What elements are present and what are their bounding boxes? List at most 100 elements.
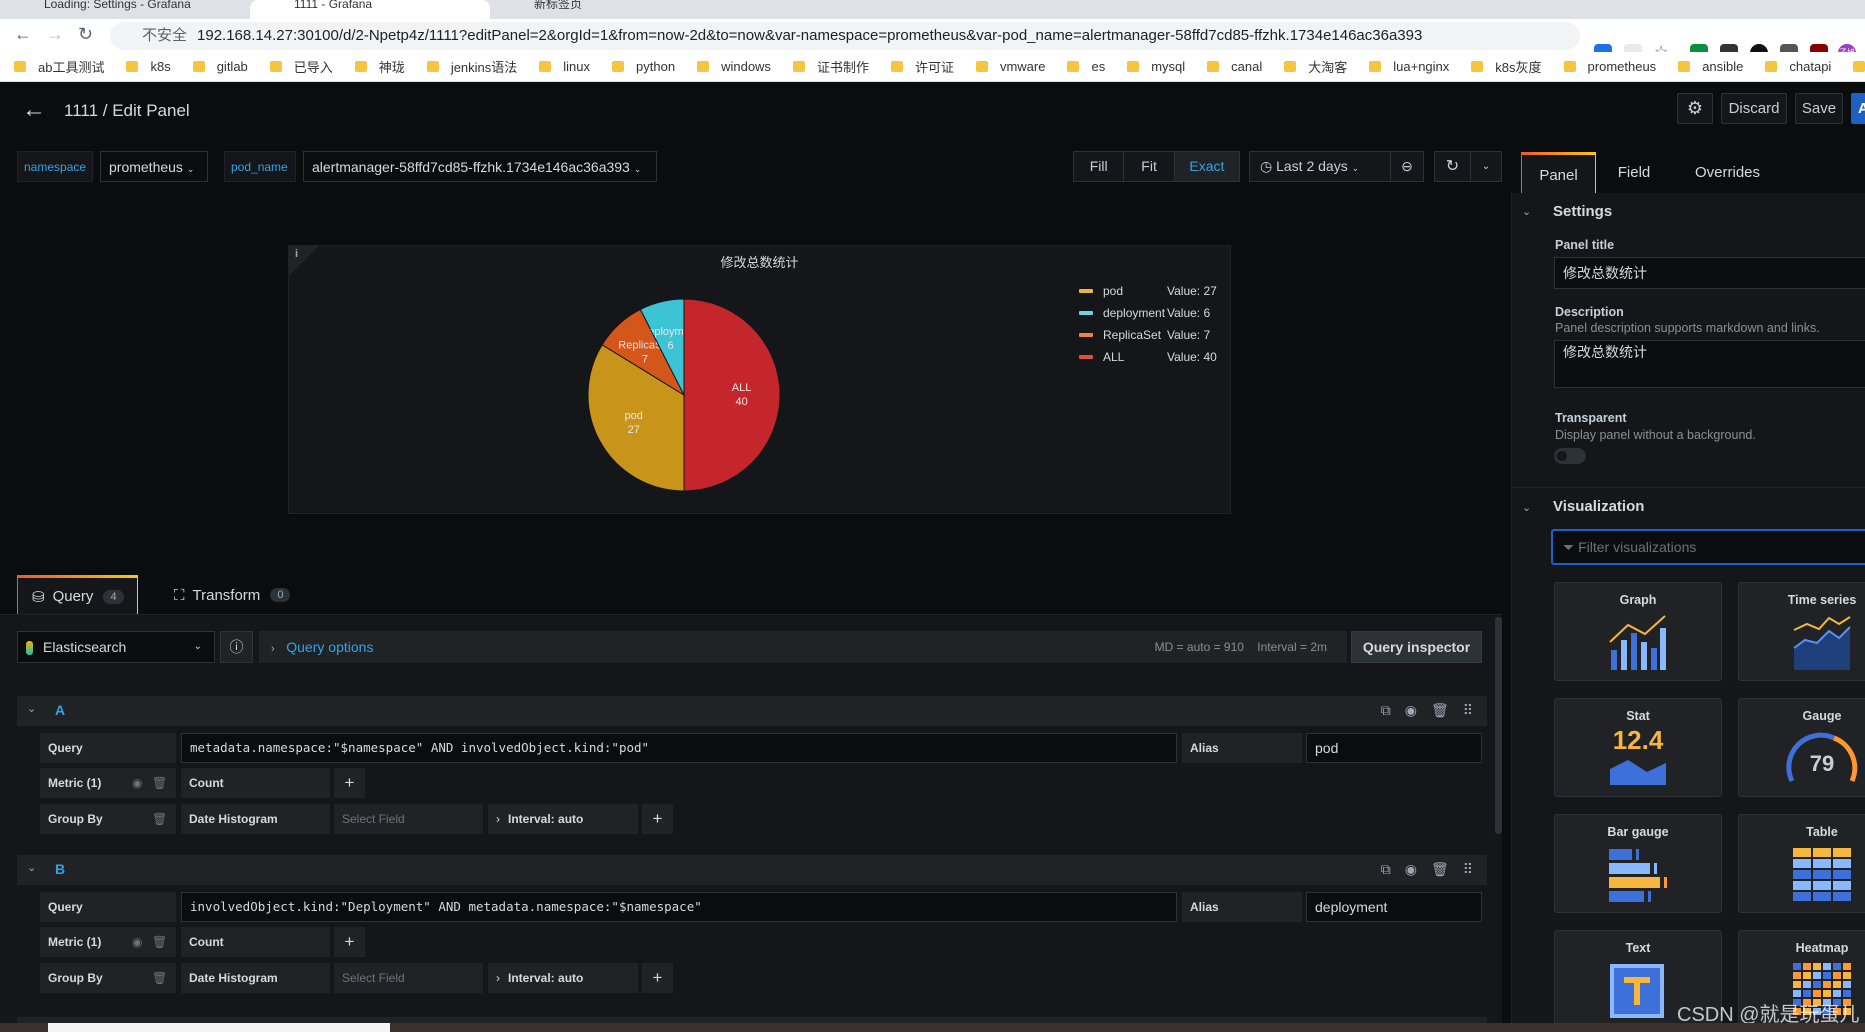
visualization-section-header[interactable]: Visualization bbox=[1553, 498, 1644, 515]
filter-visualizations-input[interactable]: ⏷ Filter visualizations bbox=[1551, 529, 1865, 565]
help-button[interactable]: ⓘ bbox=[220, 631, 253, 663]
bucket-type-select[interactable]: Date Histogram bbox=[181, 804, 330, 834]
zoom-out-button[interactable]: ⊖ bbox=[1391, 152, 1423, 181]
viz-card-table[interactable]: Table bbox=[1738, 814, 1865, 913]
query-options-bar[interactable]: › Query options MD = auto = 910 Interval… bbox=[259, 631, 1347, 663]
query-row-header[interactable]: ⌄ B ⧉ ◉ 🗑 ⠿ bbox=[17, 855, 1487, 885]
description-textarea[interactable]: 修改总数统计 bbox=[1554, 340, 1865, 388]
bookmark-item[interactable]: 神珑 bbox=[354, 57, 405, 76]
tab-query[interactable]: ⛁ Query 4 bbox=[17, 575, 138, 615]
security-warning[interactable]: 不安全 bbox=[142, 27, 187, 44]
bookmark-item[interactable]: python bbox=[612, 59, 675, 74]
bookmark-item[interactable]: lua+nginx bbox=[1369, 59, 1449, 74]
query-options-label[interactable]: Query options bbox=[286, 639, 373, 655]
pod-name-select[interactable]: alertmanager-58ffd7cd85-ffzhk.1734e146ac… bbox=[303, 151, 657, 182]
bookmark-item[interactable]: k8s灰度 bbox=[1471, 57, 1542, 76]
browser-tab-active[interactable]: 1111 - Grafana bbox=[250, 0, 490, 19]
chevron-down-icon[interactable]: ⌄ bbox=[27, 702, 36, 715]
bookmark-item[interactable]: gitlab bbox=[192, 59, 248, 74]
tab-overrides[interactable]: Overrides bbox=[1690, 152, 1765, 193]
drag-handle-icon[interactable]: ⠿ bbox=[1463, 702, 1473, 719]
metric-type-select[interactable]: Count bbox=[181, 768, 330, 798]
exact-button[interactable]: Exact bbox=[1174, 152, 1239, 181]
viz-card-stat[interactable]: Stat 12.4 bbox=[1554, 698, 1722, 797]
namespace-select[interactable]: prometheus ⌄ bbox=[100, 151, 208, 182]
reload-icon[interactable]: ↻ bbox=[78, 24, 93, 45]
datasource-picker[interactable]: Elasticsearch ⌄ bbox=[17, 631, 215, 663]
query-ref-id[interactable]: A bbox=[55, 702, 65, 718]
browser-tab[interactable]: 新标签页 bbox=[490, 0, 740, 19]
select-field-dropdown[interactable]: Select Field bbox=[334, 963, 483, 993]
discard-button[interactable]: Discard bbox=[1721, 93, 1787, 124]
chevron-down-icon[interactable]: ⌄ bbox=[27, 861, 36, 874]
lucene-query-input[interactable]: metadata.namespace:"$namespace" AND invo… bbox=[181, 733, 1177, 763]
bookmark-item[interactable]: 许可证 bbox=[890, 57, 954, 76]
legend-item[interactable]: deployment Value: 6 bbox=[1079, 302, 1217, 324]
time-range-button[interactable]: ◷ Last 2 days ⌄ bbox=[1250, 152, 1391, 181]
transparent-toggle[interactable] bbox=[1554, 448, 1586, 464]
chevron-down-icon[interactable]: ⌄ bbox=[1522, 205, 1531, 218]
chevron-down-icon[interactable]: ⌄ bbox=[1522, 501, 1531, 514]
alias-input[interactable]: deployment bbox=[1306, 892, 1482, 922]
bookmark-item[interactable]: chatapi bbox=[1765, 59, 1831, 74]
save-button[interactable]: Save bbox=[1795, 93, 1843, 124]
browser-tab[interactable]: Loading: Settings - Grafana bbox=[0, 0, 250, 19]
trash-icon[interactable]: 🗑 bbox=[152, 768, 167, 798]
tab-transform[interactable]: ⛶ Transform 0 bbox=[160, 575, 300, 615]
interval-settings-toggle[interactable]: › Interval: auto bbox=[488, 963, 638, 993]
duplicate-icon[interactable]: ⧉ bbox=[1381, 702, 1391, 719]
duplicate-icon[interactable]: ⧉ bbox=[1381, 861, 1391, 878]
refresh-button[interactable]: ↻ bbox=[1435, 152, 1471, 181]
forward-icon[interactable]: → bbox=[46, 24, 64, 45]
panel-title-input[interactable]: 修改总数统计 bbox=[1554, 257, 1865, 289]
trash-icon[interactable]: 🗑 bbox=[152, 927, 167, 957]
settings-section-header[interactable]: Settings bbox=[1553, 203, 1612, 220]
bookmark-item[interactable]: golang bbox=[1853, 59, 1865, 74]
bookmark-item[interactable]: windows bbox=[697, 59, 771, 74]
eye-icon[interactable]: ◉ bbox=[1405, 861, 1417, 878]
viz-card-bar-gauge[interactable]: Bar gauge bbox=[1554, 814, 1722, 913]
bookmark-item[interactable]: vmware bbox=[975, 59, 1045, 74]
drag-handle-icon[interactable]: ⠿ bbox=[1463, 861, 1473, 878]
add-metric-button[interactable]: + bbox=[334, 927, 365, 957]
pie-slice-all[interactable] bbox=[683, 298, 781, 492]
viz-card-time-series[interactable]: Time series bbox=[1738, 582, 1865, 681]
bookmark-item[interactable]: canal bbox=[1207, 59, 1262, 74]
settings-gear-button[interactable]: ⚙ bbox=[1677, 93, 1713, 124]
bookmark-item[interactable]: 证书制作 bbox=[792, 57, 869, 76]
taskbar-app[interactable] bbox=[48, 1023, 390, 1032]
back-arrow-icon[interactable]: ← bbox=[22, 96, 46, 124]
bucket-type-select[interactable]: Date Histogram bbox=[181, 963, 330, 993]
trash-icon[interactable]: 🗑 bbox=[152, 963, 167, 993]
legend-item[interactable]: ALL Value: 40 bbox=[1079, 346, 1217, 368]
query-row-header[interactable]: ⌄ A ⧉ ◉ 🗑 ⠿ bbox=[17, 696, 1487, 726]
bookmark-item[interactable]: ab工具测试 bbox=[14, 57, 104, 76]
add-metric-button[interactable]: + bbox=[334, 768, 365, 798]
legend-item[interactable]: pod Value: 27 bbox=[1079, 280, 1217, 302]
viz-card-gauge[interactable]: Gauge 79 bbox=[1738, 698, 1865, 797]
apply-button[interactable]: A bbox=[1851, 93, 1865, 124]
bookmark-item[interactable]: mysql bbox=[1127, 59, 1185, 74]
query-scrollbar[interactable] bbox=[1495, 617, 1502, 834]
viz-card-graph[interactable]: Graph bbox=[1554, 582, 1722, 681]
fill-button[interactable]: Fill bbox=[1074, 152, 1125, 181]
trash-icon[interactable]: 🗑 bbox=[1431, 861, 1449, 878]
bookmark-item[interactable]: jenkins语法 bbox=[426, 57, 517, 76]
add-bucket-button[interactable]: + bbox=[642, 804, 673, 834]
back-icon[interactable]: ← bbox=[14, 24, 32, 45]
bookmark-item[interactable]: 大淘客 bbox=[1284, 57, 1347, 76]
query-inspector-button[interactable]: Query inspector bbox=[1351, 631, 1482, 663]
address-bar[interactable]: 不安全 192.168.14.27:30100/d/2-Npetp4z/1111?… bbox=[110, 22, 1580, 50]
lucene-query-input[interactable]: involvedObject.kind:"Deployment" AND met… bbox=[181, 892, 1177, 922]
refresh-interval-dropdown[interactable]: ⌄ bbox=[1471, 152, 1501, 181]
bookmark-item[interactable]: ansible bbox=[1678, 59, 1743, 74]
query-ref-id[interactable]: B bbox=[55, 861, 65, 877]
legend-item[interactable]: ReplicaSet Value: 7 bbox=[1079, 324, 1217, 346]
trash-icon[interactable]: 🗑 bbox=[1431, 702, 1449, 719]
bookmark-item[interactable]: k8s bbox=[126, 59, 171, 74]
tab-field[interactable]: Field bbox=[1610, 152, 1658, 193]
bookmark-item[interactable]: 已导入 bbox=[269, 57, 333, 76]
bookmark-item[interactable]: linux bbox=[539, 59, 590, 74]
tab-panel[interactable]: Panel bbox=[1521, 152, 1596, 193]
fit-button[interactable]: Fit bbox=[1124, 152, 1175, 181]
